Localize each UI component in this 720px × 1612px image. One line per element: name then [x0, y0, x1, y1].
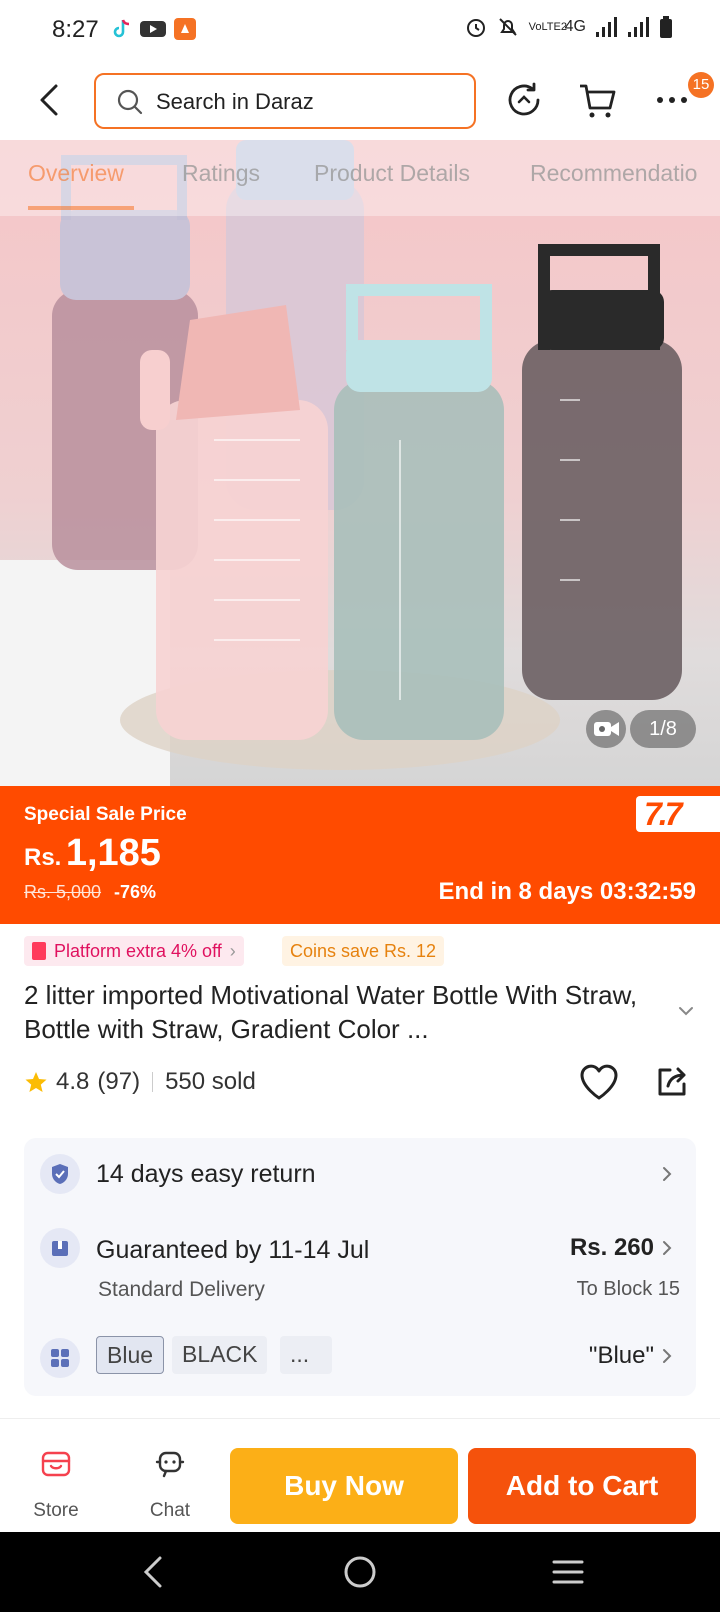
search-icon [117, 89, 143, 115]
delivery-row[interactable]: Guaranteed by 11-14 Jul Standard Deliver… [24, 1208, 696, 1318]
daraz-app-icon [174, 18, 196, 40]
cart-icon[interactable] [576, 78, 620, 122]
return-policy-text: 14 days easy return [96, 1160, 316, 1188]
selected-variant: "Blue" [588, 1342, 654, 1369]
tiktok-icon [113, 19, 130, 38]
notification-badge: 15 [688, 72, 714, 98]
system-navigation-bar [0, 1532, 720, 1612]
review-count: (97) [97, 1068, 141, 1095]
status-bar: 8:27 VoLTE2 4G [0, 0, 720, 60]
notification-icons [112, 18, 196, 40]
product-photo [0, 140, 720, 786]
chevron-down-icon[interactable] [676, 1004, 696, 1018]
product-image-gallery[interactable]: Overview Ratings Product Details Recomme… [0, 140, 720, 786]
tab-ratings[interactable]: Ratings [182, 160, 260, 187]
history-refresh-icon[interactable] [502, 78, 546, 122]
delivery-type: Standard Delivery [98, 1278, 265, 1301]
back-arrow-icon[interactable] [32, 80, 68, 120]
price-currency: Rs. [24, 844, 62, 871]
tab-recommendations[interactable]: Recommendatio [530, 160, 697, 187]
battery-icon [660, 16, 672, 38]
variant-option-more[interactable]: ... [280, 1336, 332, 1374]
voucher-icon [32, 942, 46, 960]
delivery-location: To Block 15 [576, 1278, 680, 1300]
variant-option-blue[interactable]: Blue [96, 1336, 165, 1374]
return-policy-row[interactable]: 14 days easy return [24, 1138, 696, 1208]
sale-price: Rs. 1,185 [24, 832, 161, 875]
status-time: 8:27 [52, 16, 99, 43]
chevron-right-icon [663, 1349, 672, 1363]
chevron-right-icon: › [229, 941, 236, 961]
sold-count: 550 sold [165, 1068, 256, 1095]
system-indicators: VoLTE2 4G [465, 16, 672, 38]
delivery-box-icon [40, 1228, 80, 1268]
bottom-action-bar: Store Chat Buy Now Add to Cart [0, 1438, 720, 1532]
nav-recents-icon[interactable] [548, 1552, 588, 1592]
network-indicator: 4G [564, 18, 586, 35]
video-button[interactable] [586, 710, 626, 748]
search-bar[interactable]: Search in Daraz [94, 73, 476, 129]
delivery-fee: Rs. 260 [569, 1234, 654, 1261]
star-icon [25, 1072, 47, 1092]
grid-icon [40, 1338, 80, 1378]
alarm-icon [466, 19, 485, 37]
signal-1-icon [596, 17, 618, 37]
signal-2-icon [628, 17, 650, 37]
top-header: Search in Daraz 15 [0, 60, 720, 140]
search-placeholder: Search in Daraz [156, 89, 314, 114]
image-counter: 1/8 [630, 710, 696, 748]
rating-row[interactable]: 4.8 (97) 550 sold [24, 1068, 256, 1096]
nav-home-icon[interactable] [340, 1552, 380, 1592]
discount-percent: -76% [114, 882, 157, 902]
buy-now-button[interactable]: Buy Now [230, 1448, 458, 1524]
sale-price-banner: Special Sale Price Rs. 1,185 Rs. 5,000 -… [0, 786, 720, 924]
mute-icon [498, 18, 517, 36]
share-icon[interactable] [654, 1064, 690, 1100]
coins-chip[interactable]: Coins save Rs. 12 [282, 936, 445, 966]
store-icon[interactable] [40, 1448, 72, 1480]
add-to-cart-button[interactable]: Add to Cart [468, 1448, 696, 1524]
product-title: 2 litter imported Motivational Water Bot… [24, 980, 638, 1044]
original-price: Rs. 5,000 [24, 882, 102, 902]
platform-voucher-chip[interactable]: Platform extra 4% off › [24, 936, 244, 966]
store-label[interactable]: Store [16, 1500, 96, 1522]
section-tabs: Overview Ratings Product Details Recomme… [0, 140, 720, 216]
chevron-right-icon [663, 1241, 672, 1255]
volte-indicator: VoLTE2 [528, 20, 567, 33]
sale-countdown: End in 8 days 03:32:59 [438, 878, 696, 905]
wishlist-heart-icon[interactable] [578, 1062, 620, 1102]
campaign-logo-text: 7.7 [644, 796, 683, 832]
tab-product-details[interactable]: Product Details [314, 160, 470, 187]
variant-option-black[interactable]: BLACK [172, 1336, 268, 1374]
active-tab-indicator [28, 206, 134, 210]
chevron-right-icon [663, 1167, 672, 1181]
youtube-icon [140, 21, 166, 37]
chat-icon[interactable] [154, 1448, 186, 1480]
sale-label: Special Sale Price [24, 804, 187, 825]
tab-overview[interactable]: Overview [28, 160, 124, 187]
delivery-guarantee: Guaranteed by 11-14 Jul [96, 1236, 370, 1264]
price-amount: 1,185 [65, 832, 161, 874]
divider [152, 1072, 154, 1092]
rating-value: 4.8 [56, 1068, 90, 1095]
campaign-logo: 7.7 [636, 796, 720, 832]
platform-voucher-text: Platform extra 4% off [54, 941, 222, 961]
nav-back-icon[interactable] [134, 1552, 174, 1592]
video-camera-icon [594, 722, 619, 736]
shield-check-icon [40, 1154, 80, 1194]
chat-label[interactable]: Chat [130, 1500, 210, 1522]
section-divider [0, 1418, 720, 1419]
